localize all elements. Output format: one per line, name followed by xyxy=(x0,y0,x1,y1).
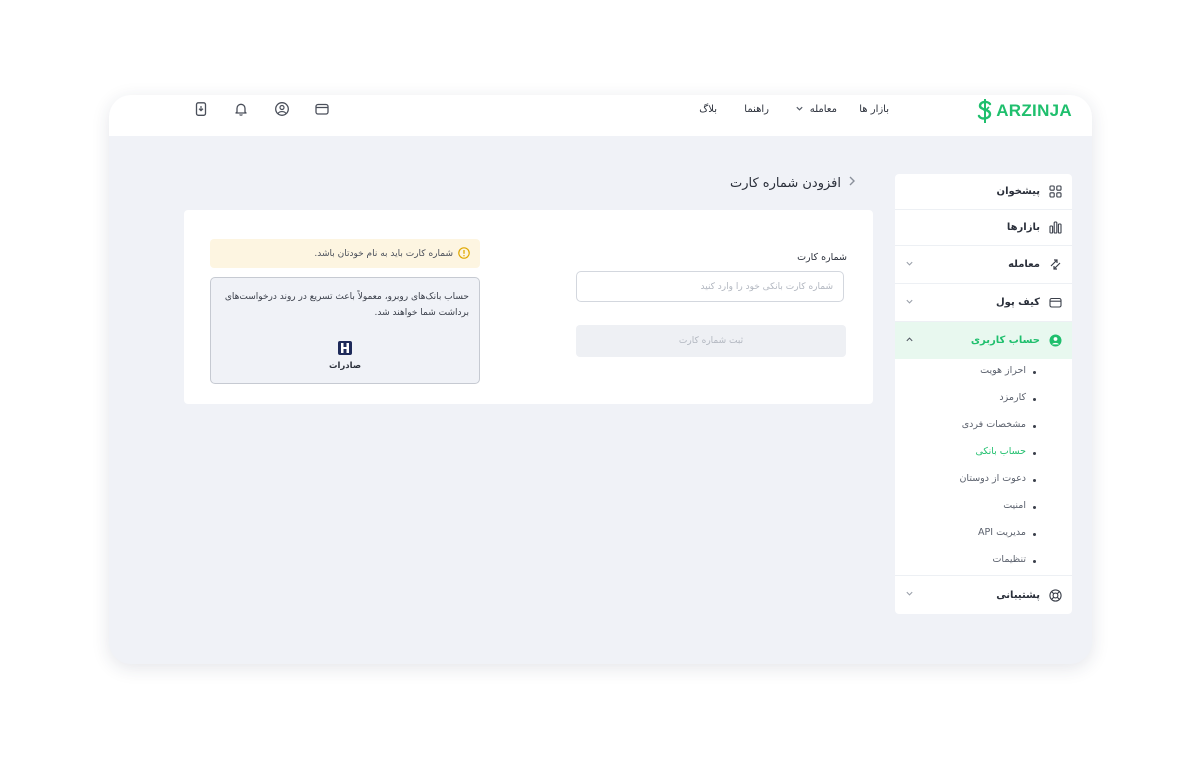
bullet xyxy=(1033,560,1036,563)
sidebar-item-account[interactable]: حساب کاربری xyxy=(895,322,1072,359)
back-chevron-icon[interactable] xyxy=(847,175,857,191)
sidebar-subitem-label: کارمزد xyxy=(999,392,1026,403)
bank-saderat: صادرات xyxy=(323,341,367,374)
phone-download-icon[interactable] xyxy=(193,101,209,117)
warning-text: شماره کارت باید به نام خودتان باشد. xyxy=(314,248,453,259)
sidebar-subitem-label: تنظیمات xyxy=(992,554,1026,565)
submit-card-button[interactable]: ثبت شماره کارت xyxy=(576,325,846,357)
wallet-icon xyxy=(1049,296,1062,309)
sidebar: پیشخوان بازارها معامله کیف پول حساب کارب… xyxy=(895,174,1072,614)
sidebar-subitem-label: مدیریت API xyxy=(978,527,1026,538)
sidebar-subitem-label: امنیت xyxy=(1003,500,1026,511)
sidebar-item-dashboard[interactable]: پیشخوان xyxy=(895,174,1072,209)
warning-banner: شماره کارت باید به نام خودتان باشد. xyxy=(210,239,480,268)
sidebar-item-trade[interactable]: معامله xyxy=(895,246,1072,283)
logo-icon xyxy=(978,99,992,123)
sidebar-subitem-label: مشخصات فردی xyxy=(961,419,1026,430)
sidebar-subitem-label: دعوت از دوستان xyxy=(959,473,1026,484)
sidebar-subitem-profile[interactable]: مشخصات فردی xyxy=(895,419,1072,435)
sidebar-subitem-bank-account[interactable]: حساب بانکی xyxy=(895,446,1072,462)
sidebar-subitem-fee[interactable]: کارمزد xyxy=(895,392,1072,408)
sidebar-item-label: بازارها xyxy=(1006,222,1040,233)
bullet xyxy=(1033,398,1036,401)
logo-text: ARZINJA xyxy=(996,101,1072,120)
sidebar-item-label: حساب کاربری xyxy=(970,335,1040,346)
sidebar-item-label: پشتیبانی xyxy=(996,589,1040,601)
saderat-logo-icon xyxy=(338,341,352,355)
top-bar: ARZINJA بازار ها معامله راهنما بلاگ xyxy=(109,95,1092,136)
bullet xyxy=(1033,506,1036,509)
card-number-input[interactable] xyxy=(576,271,844,302)
chevron-down-icon xyxy=(905,297,914,309)
logo[interactable]: ARZINJA xyxy=(977,97,1072,125)
app-window: ARZINJA بازار ها معامله راهنما بلاگ پیشخ… xyxy=(109,95,1092,664)
nav-label: راهنما xyxy=(744,103,769,115)
bar-chart-icon xyxy=(1049,221,1062,234)
sidebar-subitem-label: حساب بانکی xyxy=(975,446,1026,457)
nav-blog[interactable]: بلاگ xyxy=(699,95,717,123)
user-circle-icon xyxy=(1049,334,1062,347)
exchange-icon xyxy=(1049,258,1062,271)
nav-trade[interactable]: معامله xyxy=(795,95,837,123)
wallet-icon[interactable] xyxy=(314,101,330,117)
bank-info-text: حساب بانک‌های روبرو، معمولاً باعث تسریع … xyxy=(224,292,469,318)
bank-info-box: حساب بانک‌های روبرو، معمولاً باعث تسریع … xyxy=(210,277,480,384)
grid-icon xyxy=(1049,185,1062,198)
bullet xyxy=(1033,452,1036,455)
sidebar-subitem-api[interactable]: مدیریت API xyxy=(895,527,1072,543)
bullet xyxy=(1033,533,1036,536)
bullet xyxy=(1033,425,1036,428)
sidebar-item-markets[interactable]: بازارها xyxy=(895,210,1072,245)
lifebuoy-icon xyxy=(1049,588,1062,602)
nav-guide[interactable]: راهنما xyxy=(744,95,769,123)
chevron-up-icon xyxy=(905,335,914,347)
sidebar-item-support[interactable]: پشتیبانی xyxy=(895,576,1072,614)
sidebar-item-wallet[interactable]: کیف پول xyxy=(895,284,1072,321)
bullet xyxy=(1033,479,1036,482)
bullet xyxy=(1033,371,1036,374)
warning-icon xyxy=(458,247,470,262)
sidebar-subitem-invite[interactable]: دعوت از دوستان xyxy=(895,473,1072,489)
chevron-down-icon xyxy=(795,104,804,115)
sidebar-subitem-settings[interactable]: تنظیمات xyxy=(895,554,1072,570)
sidebar-item-label: پیشخوان xyxy=(996,186,1040,197)
sidebar-subitem-label: احراز هویت xyxy=(980,365,1026,376)
nav-label: بلاگ xyxy=(699,103,717,115)
sidebar-subitem-kyc[interactable]: احراز هویت xyxy=(895,365,1072,381)
bank-name: صادرات xyxy=(328,361,362,371)
nav-label: معامله xyxy=(809,103,837,115)
add-card-panel: شماره کارت ثبت شماره کارت شماره کارت بای… xyxy=(184,210,873,404)
page-title: افزودن شماره کارت xyxy=(730,175,857,191)
nav-markets[interactable]: بازار ها xyxy=(859,95,889,123)
bell-icon[interactable] xyxy=(233,101,249,117)
sidebar-item-label: معامله xyxy=(1008,259,1040,270)
page-title-text: افزودن شماره کارت xyxy=(729,175,841,191)
sidebar-item-label: کیف پول xyxy=(996,297,1040,308)
nav-label: بازار ها xyxy=(859,103,889,115)
chevron-down-icon xyxy=(905,259,914,271)
user-circle-icon[interactable] xyxy=(274,101,290,117)
chevron-down-icon xyxy=(905,589,914,601)
sidebar-subitem-security[interactable]: امنیت xyxy=(895,500,1072,516)
card-number-label: شماره کارت xyxy=(797,252,847,263)
